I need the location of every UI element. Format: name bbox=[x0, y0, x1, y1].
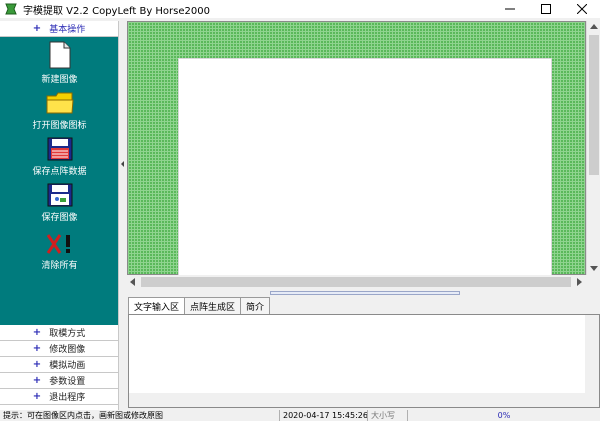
text-vertical-scrollbar[interactable] bbox=[585, 315, 599, 407]
category-edit-image[interactable]: + 修改图像 bbox=[0, 341, 118, 357]
text-input-area[interactable] bbox=[128, 314, 600, 408]
status-caps: 大小写 bbox=[368, 410, 408, 421]
tab-strip: 文字输入区 点阵生成区 简介 bbox=[128, 297, 271, 314]
folder-icon bbox=[46, 92, 74, 114]
minimize-button[interactable] bbox=[492, 0, 528, 18]
status-hint: 提示：可在图像区内点击，画新图或修改原图 bbox=[0, 410, 280, 421]
title-bar: 字模提取 V2.2 CopyLeft By Horse2000 bbox=[0, 0, 600, 18]
collapse-arrow-icon[interactable] bbox=[121, 161, 124, 167]
tool-label: 保存点阵数据 bbox=[32, 167, 87, 177]
plus-icon: + bbox=[32, 375, 42, 386]
plus-icon: + bbox=[32, 23, 42, 34]
window-title: 字模提取 V2.2 CopyLeft By Horse2000 bbox=[23, 5, 210, 17]
scroll-up-icon[interactable] bbox=[590, 24, 598, 29]
scroll-down-icon[interactable] bbox=[590, 266, 598, 271]
plus-icon: + bbox=[32, 391, 42, 402]
section-title: 基本操作 bbox=[49, 25, 86, 35]
vertical-scrollbar[interactable] bbox=[586, 21, 600, 275]
clear-x-icon bbox=[46, 234, 70, 254]
scroll-left-icon[interactable] bbox=[130, 278, 135, 286]
horizontal-splitter[interactable] bbox=[127, 289, 600, 297]
category-list: + 取模方式 + 修改图像 + 模拟动画 + 参数设置 + 退出程序 bbox=[0, 325, 118, 405]
tab-dot-output[interactable]: 点阵生成区 bbox=[184, 297, 242, 314]
tool-label: 新建图像 bbox=[41, 75, 78, 85]
plus-icon: + bbox=[32, 343, 42, 354]
category-label: 模拟动画 bbox=[49, 361, 86, 371]
tab-intro[interactable]: 简介 bbox=[240, 297, 271, 314]
text-horizontal-scrollbar[interactable] bbox=[129, 393, 585, 407]
category-settings[interactable]: + 参数设置 bbox=[0, 373, 118, 389]
status-datetime: 2020-04-17 15:45:26 bbox=[280, 410, 368, 421]
scroll-thumb[interactable] bbox=[141, 277, 571, 287]
category-label: 退出程序 bbox=[49, 393, 86, 403]
tool-panel: 新建图像 打开图像图标 保存点阵数据 保存图像 清除所有 bbox=[0, 37, 118, 325]
left-panel: + 基本操作 新建图像 打开图像图标 保存点阵数据 保存图像 清除所有 + 取模… bbox=[0, 21, 119, 410]
image-area bbox=[127, 21, 600, 289]
app-green-icon bbox=[5, 3, 17, 15]
tool-new-image[interactable]: 新建图像 bbox=[0, 41, 119, 85]
category-label: 取模方式 bbox=[49, 329, 86, 339]
tab-text-input[interactable]: 文字输入区 bbox=[128, 297, 186, 314]
category-animation[interactable]: + 模拟动画 bbox=[0, 357, 118, 373]
dot-grid-canvas[interactable] bbox=[127, 21, 586, 276]
tool-save-image[interactable]: 保存图像 bbox=[0, 183, 119, 223]
plus-icon: + bbox=[32, 359, 42, 370]
category-label: 参数设置 bbox=[49, 377, 86, 387]
status-progress: 0% bbox=[497, 411, 511, 420]
minimize-icon bbox=[505, 8, 515, 10]
category-exit[interactable]: + 退出程序 bbox=[0, 389, 118, 405]
tool-label: 打开图像图标 bbox=[32, 121, 87, 131]
section-basic-ops[interactable]: + 基本操作 bbox=[0, 21, 118, 37]
new-file-icon bbox=[49, 41, 70, 69]
floppy-red-icon bbox=[47, 137, 72, 161]
horizontal-scrollbar[interactable] bbox=[127, 275, 586, 289]
tool-clear-all[interactable]: 清除所有 bbox=[0, 233, 119, 271]
maximize-button[interactable] bbox=[528, 0, 564, 18]
plus-icon: + bbox=[32, 327, 42, 338]
vertical-splitter[interactable] bbox=[119, 21, 127, 410]
category-mode[interactable]: + 取模方式 bbox=[0, 325, 118, 341]
floppy-blue-icon bbox=[47, 183, 72, 207]
close-icon bbox=[577, 4, 587, 14]
tool-open-image[interactable]: 打开图像图标 bbox=[0, 91, 119, 131]
tool-label: 清除所有 bbox=[41, 261, 78, 271]
maximize-icon bbox=[541, 4, 551, 14]
close-button[interactable] bbox=[564, 0, 600, 18]
splitter-handle[interactable] bbox=[270, 291, 460, 295]
tool-save-dot-data[interactable]: 保存点阵数据 bbox=[0, 137, 119, 177]
tool-label: 保存图像 bbox=[41, 213, 78, 223]
status-bar: 提示：可在图像区内点击，画新图或修改原图 2020-04-17 15:45:26… bbox=[0, 410, 600, 421]
scroll-right-icon[interactable] bbox=[577, 278, 582, 286]
category-label: 修改图像 bbox=[49, 345, 86, 355]
image-page[interactable] bbox=[178, 58, 552, 276]
scroll-thumb[interactable] bbox=[589, 35, 599, 175]
